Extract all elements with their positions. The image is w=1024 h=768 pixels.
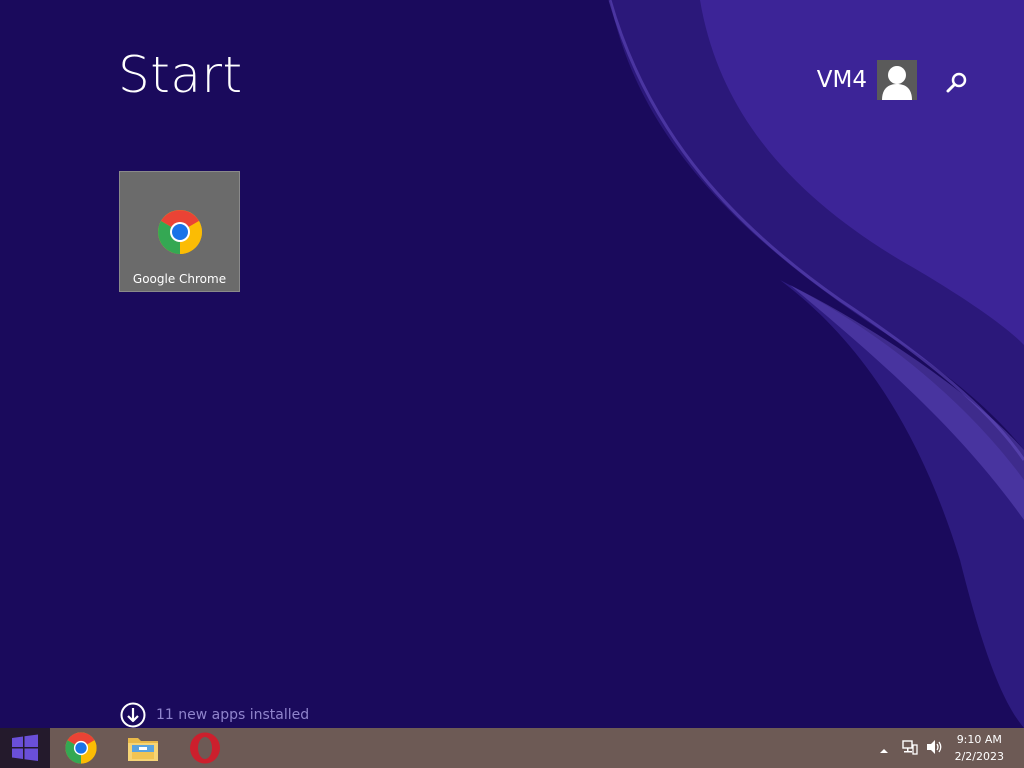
volume-icon[interactable] (926, 739, 944, 759)
network-icon[interactable] (902, 739, 918, 759)
user-account[interactable]: VM4 (817, 60, 917, 100)
taskbar-app-file-explorer[interactable] (115, 728, 171, 768)
start-button[interactable] (0, 728, 50, 768)
taskbar: 9:10 AM 2/2/2023 (0, 728, 1024, 768)
background-swoosh (608, 0, 1024, 728)
clock-date: 2/2/2023 (954, 750, 1004, 763)
show-hidden-icons-chevron-icon[interactable] (879, 741, 889, 760)
system-tray: 9:10 AM 2/2/2023 (864, 728, 1024, 768)
chrome-icon (158, 210, 202, 254)
search-icon[interactable] (945, 70, 969, 94)
taskbar-app-chrome[interactable] (53, 728, 109, 768)
user-name[interactable]: VM4 (817, 68, 867, 92)
clock-time: 9:10 AM (956, 733, 1002, 746)
start-screen: Start VM4 Google Chrome 11 new apps inst… (0, 0, 1024, 728)
chrome-icon (65, 732, 97, 764)
page-title: Start (118, 46, 243, 104)
tile-label: Google Chrome (132, 272, 227, 286)
windows-logo-icon (12, 734, 38, 761)
opera-icon (190, 732, 220, 764)
user-silhouette-icon[interactable] (877, 60, 917, 100)
new-apps-label[interactable]: 11 new apps installed (156, 707, 309, 723)
clock[interactable]: 9:10 AM 2/2/2023 (955, 731, 1004, 765)
new-apps-notification[interactable]: 11 new apps installed (120, 702, 309, 728)
folder-icon (128, 738, 158, 761)
tile-google-chrome[interactable]: Google Chrome (119, 171, 240, 292)
arrow-down-circle-icon[interactable] (120, 702, 146, 728)
taskbar-app-opera[interactable] (177, 728, 233, 768)
